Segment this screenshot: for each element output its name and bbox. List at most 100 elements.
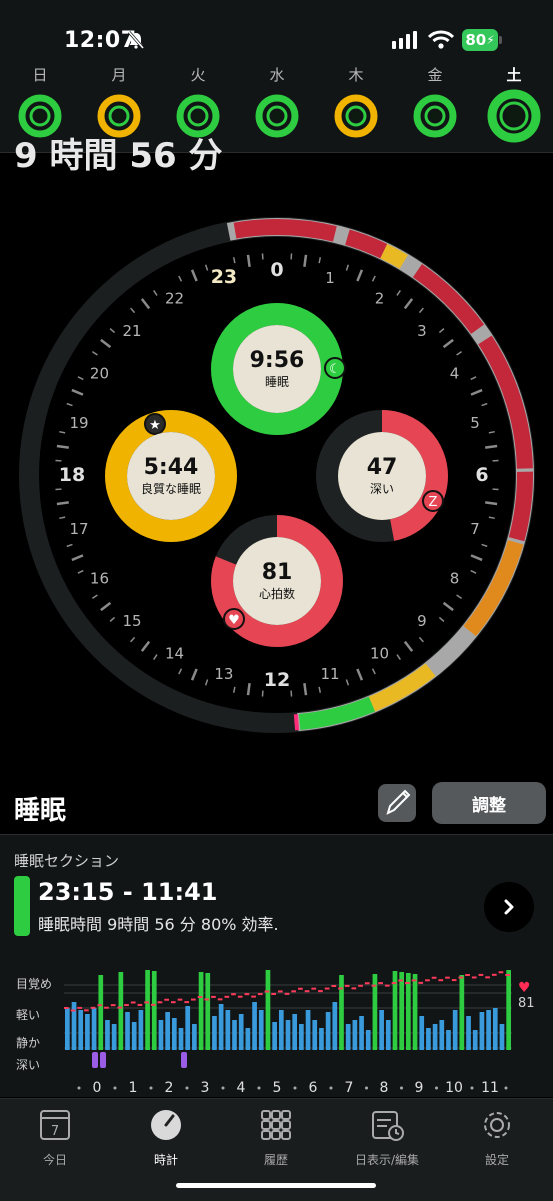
sleep-ring[interactable]: 9:56睡眠	[233, 325, 321, 413]
day-3[interactable]: 水	[247, 62, 307, 148]
awake-bar	[145, 970, 150, 1050]
hour-label: 6	[475, 464, 488, 486]
tab-calendar[interactable]: 7今日	[10, 1107, 100, 1168]
light-bar	[252, 1002, 257, 1050]
graph-dot	[365, 1087, 368, 1090]
day-label: 土	[484, 62, 544, 88]
battery-level: 80	[465, 31, 486, 49]
tab-grid[interactable]: 履歴	[231, 1107, 321, 1168]
graph-hour-label: 1	[129, 1080, 138, 1096]
light-bar	[105, 1020, 110, 1050]
tab-label: 時計	[121, 1151, 211, 1168]
deep-ring[interactable]: 47深い	[338, 432, 426, 520]
light-bar	[92, 1008, 97, 1050]
light-bar	[112, 1024, 117, 1050]
light-bar	[493, 1008, 498, 1050]
hour-label: 8	[450, 570, 460, 588]
quality-ring[interactable]: 5:44良質な睡眠	[127, 432, 215, 520]
dial-tick	[304, 683, 306, 695]
day-6[interactable]: 土	[484, 62, 544, 148]
hour-label: 16	[90, 570, 109, 588]
awake-bar	[205, 973, 210, 1050]
section-label: 睡眠セクション	[14, 850, 119, 871]
day-ring-icon	[326, 88, 386, 144]
awake-bar	[98, 975, 103, 1050]
light-bar	[286, 1020, 291, 1050]
day-5[interactable]: 金	[405, 62, 465, 148]
hour-label: 23	[211, 266, 237, 288]
chevron-right-icon	[499, 897, 519, 917]
dial-tick	[304, 255, 306, 267]
day-label: 水	[247, 62, 307, 88]
tab-label: 日表示/編集	[342, 1151, 432, 1168]
light-bar	[426, 1028, 431, 1050]
light-bar	[225, 1010, 230, 1050]
graph-hour-label: 10	[445, 1080, 463, 1096]
day-ring-icon	[247, 88, 307, 144]
sleep-stage-graph: ♥01234567891011	[0, 960, 553, 1100]
quality-label: 良質な睡眠	[141, 481, 201, 497]
svg-text:7: 7	[51, 1124, 59, 1139]
page-title: 9 時間 56 分	[14, 128, 222, 177]
graph-dot	[114, 1087, 117, 1090]
graph-dot	[222, 1087, 225, 1090]
light-bar	[366, 1030, 371, 1050]
day-label: 月	[89, 62, 149, 88]
section-detail-button[interactable]	[484, 882, 534, 932]
sleep-stage-segment	[384, 251, 404, 262]
sleep-clock-dial[interactable]: 01234567891011121314151617181920212223☾★…	[16, 200, 538, 750]
grid-icon	[256, 1107, 296, 1143]
clock-icon	[146, 1107, 186, 1143]
sleep-detail: 睡眠時間 9時間 56 分 80% 効率.	[38, 911, 279, 935]
graph-dot	[505, 1087, 508, 1090]
light-bar	[139, 1010, 144, 1050]
graph-dot	[471, 1087, 474, 1090]
sleep-time-range: 23:15 - 11:41	[38, 878, 217, 906]
tab-label: 設定	[452, 1151, 542, 1168]
awake-bar	[339, 975, 344, 1050]
hour-label: 14	[165, 645, 184, 663]
tab-calendar-clock[interactable]: 日表示/編集	[342, 1107, 432, 1168]
day-4[interactable]: 木	[326, 62, 386, 148]
graph-dot	[400, 1087, 403, 1090]
heart-ring[interactable]: 81心拍数	[233, 537, 321, 625]
sleep-heading: 睡眠	[14, 790, 66, 827]
light-bar	[212, 1016, 217, 1050]
graph-dot	[150, 1087, 153, 1090]
sleep-value: 9:56	[250, 348, 305, 374]
graph-hour-label: 9	[415, 1080, 424, 1096]
moon-icon: ☾	[325, 358, 345, 378]
light-bar	[179, 1028, 184, 1050]
edit-button[interactable]	[378, 784, 416, 822]
hour-label: 18	[59, 464, 85, 486]
day-ring-icon	[484, 88, 544, 144]
light-bar	[466, 1016, 471, 1050]
tab-gear[interactable]: 設定	[452, 1107, 542, 1168]
hour-label: 10	[370, 645, 389, 663]
svg-text:★: ★	[149, 418, 161, 433]
sleep-z-icon: Z	[423, 491, 443, 511]
adjust-button[interactable]: 調整	[432, 782, 546, 824]
light-bar	[353, 1020, 358, 1050]
light-bar	[332, 1002, 337, 1050]
light-bar	[312, 1020, 317, 1050]
awake-bar	[399, 972, 404, 1050]
heart-icon: ♥	[224, 609, 244, 629]
battery-tip	[499, 36, 502, 44]
tab-label: 履歴	[231, 1151, 321, 1168]
star-icon: ★	[145, 414, 165, 434]
wifi-icon	[428, 30, 454, 50]
deep-bar	[100, 1052, 106, 1068]
dial-tick	[57, 446, 69, 448]
graph-dot	[78, 1087, 81, 1090]
heart-rate-icon: ♥	[518, 980, 531, 996]
light-bar	[125, 1012, 130, 1050]
quality-value: 5:44	[144, 455, 199, 481]
light-bar	[326, 1012, 331, 1050]
light-bar	[419, 1016, 424, 1050]
light-bar	[446, 1030, 451, 1050]
current-time-marker	[296, 714, 297, 730]
graph-hour-label: 11	[481, 1080, 499, 1096]
tab-clock[interactable]: 時計	[121, 1107, 211, 1168]
light-bar	[292, 1014, 297, 1050]
